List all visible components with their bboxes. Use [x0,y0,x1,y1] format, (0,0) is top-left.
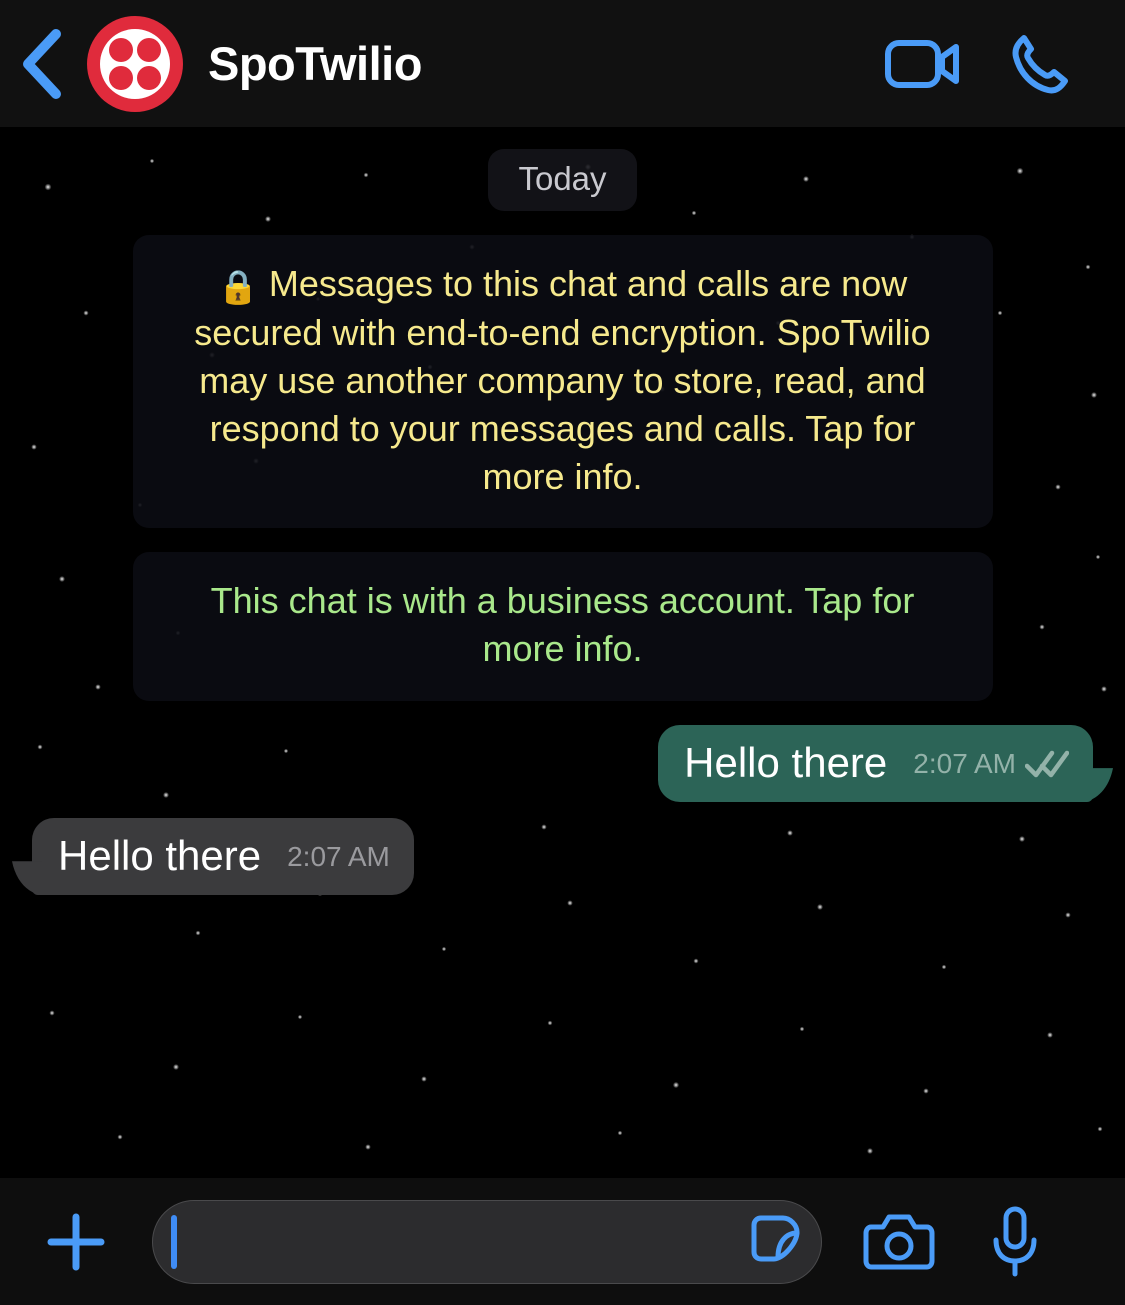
avatar[interactable] [87,15,183,112]
business-notice-row: This chat is with a business account. Ta… [0,552,1125,702]
business-account-notice[interactable]: This chat is with a business account. Ta… [132,552,993,702]
encryption-notice-text: Messages to this chat and calls are now … [194,263,931,497]
chat-header: SpoTwilio [0,0,1125,127]
video-camera-icon [885,39,959,88]
video-call-button[interactable] [875,0,971,127]
camera-icon [863,1214,935,1269]
encryption-notice[interactable]: 🔒 Messages to this chat and calls are no… [132,235,993,529]
message-bubble-outgoing[interactable]: Hello there 2:07 AM [658,725,1093,803]
microphone-icon [993,1206,1037,1276]
date-divider: Today [488,149,637,211]
encryption-notice-row: 🔒 Messages to this chat and calls are no… [0,235,1125,529]
message-list: Today 🔒 Messages to this chat and calls … [0,127,1125,1178]
date-divider-row: Today [0,149,1125,211]
contact-name[interactable]: SpoTwilio [208,36,422,91]
camera-button[interactable] [844,1178,954,1305]
message-bubble-incoming[interactable]: Hello there 2:07 AM [32,818,414,896]
double-check-icon [1025,750,1069,778]
microphone-button[interactable] [960,1178,1070,1305]
whatsapp-chat-screen: SpoTwilio Today 🔒 Messages to this chat … [0,0,1125,1305]
chat-message-area[interactable]: Today 🔒 Messages to this chat and calls … [0,127,1125,1178]
logo-dot [109,37,133,62]
message-text: Hello there [684,739,888,787]
logo-dot [137,37,161,62]
phone-icon [1012,34,1068,93]
lock-icon: 🔒 [217,268,259,305]
message-row-outgoing: Hello there 2:07 AM [0,725,1125,803]
message-meta: 2:07 AM [913,748,1069,786]
sticker-button[interactable] [735,1200,821,1284]
attach-button[interactable] [0,1178,152,1305]
message-input[interactable] [177,1220,735,1263]
sticker-icon [751,1215,800,1261]
back-button[interactable] [0,0,82,127]
message-timestamp: 2:07 AM [287,841,390,873]
logo-dot [137,65,161,90]
twilio-logo-icon [100,28,170,99]
message-text: Hello there [58,832,262,880]
message-row-incoming: Hello there 2:07 AM [0,818,1125,896]
message-meta: 2:07 AM [287,841,390,879]
message-composer-bar [0,1178,1125,1305]
logo-dot [109,65,133,90]
chevron-left-icon [23,28,61,99]
message-timestamp: 2:07 AM [913,748,1016,780]
message-input-container[interactable] [152,1199,822,1284]
voice-call-button[interactable] [991,0,1087,127]
plus-icon [47,1213,105,1270]
